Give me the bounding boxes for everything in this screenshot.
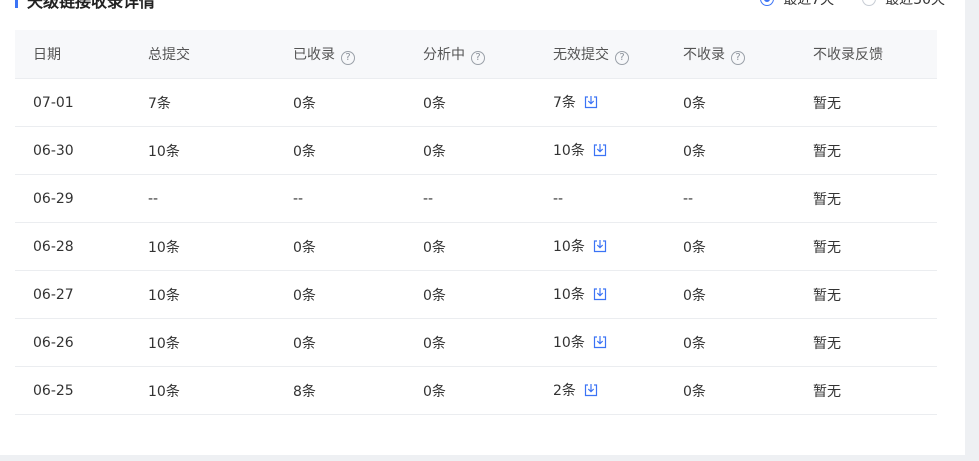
cell-date: 06-29	[15, 174, 148, 223]
cell-date: 06-26	[15, 318, 148, 367]
cell-invalid: 10条	[553, 270, 683, 319]
cell-not-indexed: 0条	[683, 366, 813, 415]
cell-feedback: 暂无	[813, 78, 937, 127]
table-row: 06-25 10条 8条 0条 2条 0条 暂无	[15, 366, 937, 415]
cell-invalid: 7条	[553, 78, 683, 127]
cell-indexed: 0条	[293, 78, 423, 127]
cell-not-indexed: --	[683, 174, 813, 223]
download-icon[interactable]	[593, 143, 607, 161]
cell-total: 10条	[148, 270, 293, 319]
cell-feedback: 暂无	[813, 318, 937, 367]
table-row: 06-28 10条 0条 0条 10条 0条 暂无	[15, 222, 937, 271]
section-title-text: 天级链接收录详情	[27, 0, 156, 11]
radio-7-days-icon[interactable]	[760, 0, 775, 6]
cell-analyzing: 0条	[423, 270, 553, 319]
question-circle-icon[interactable]: ?	[731, 50, 745, 65]
cell-total: 7条	[148, 78, 293, 127]
download-icon[interactable]	[593, 335, 607, 353]
range-7-days[interactable]: 最近7天	[760, 0, 834, 9]
cell-not-indexed: 0条	[683, 270, 813, 319]
download-icon[interactable]	[584, 383, 598, 401]
cell-date: 06-27	[15, 270, 148, 319]
cell-indexed: 8条	[293, 366, 423, 415]
cell-feedback: 暂无	[813, 222, 937, 271]
range-30-days[interactable]: 最近30天	[862, 0, 945, 9]
table-row: 06-29 -- -- -- -- -- 暂无	[15, 174, 937, 223]
cell-indexed: 0条	[293, 126, 423, 175]
cell-indexed: 0条	[293, 270, 423, 319]
table-row: 07-01 7条 0条 0条 7条 0条 暂无	[15, 78, 937, 127]
col-indexed: 已收录?	[293, 30, 423, 79]
cell-analyzing: 0条	[423, 222, 553, 271]
col-analyzing: 分析中?	[423, 30, 553, 79]
cell-invalid: 10条	[553, 318, 683, 367]
cell-indexed: 0条	[293, 318, 423, 367]
download-icon[interactable]	[584, 95, 598, 113]
cell-total: 10条	[148, 366, 293, 415]
index-detail-table: 日期 总提交 已收录? 分析中? 无效提交? 不收录? 不收录反馈 07-01 …	[15, 30, 937, 415]
cell-invalid: 10条	[553, 126, 683, 175]
cell-analyzing: 0条	[423, 126, 553, 175]
question-circle-icon[interactable]: ?	[341, 50, 355, 65]
cell-total: 10条	[148, 222, 293, 271]
question-circle-icon[interactable]: ?	[615, 50, 629, 65]
col-not-indexed: 不收录?	[683, 30, 813, 79]
download-icon[interactable]	[593, 239, 607, 257]
download-icon[interactable]	[593, 287, 607, 305]
range-30-days-label: 最近30天	[885, 0, 945, 8]
table-header-row: 日期 总提交 已收录? 分析中? 无效提交? 不收录? 不收录反馈	[15, 30, 937, 79]
cell-date: 07-01	[15, 78, 148, 127]
cell-feedback: 暂无	[813, 126, 937, 175]
table-row: 06-27 10条 0条 0条 10条 0条 暂无	[15, 270, 937, 319]
cell-analyzing: 0条	[423, 78, 553, 127]
cell-not-indexed: 0条	[683, 126, 813, 175]
table-row: 06-26 10条 0条 0条 10条 0条 暂无	[15, 318, 937, 367]
cell-analyzing: 0条	[423, 366, 553, 415]
col-invalid: 无效提交?	[553, 30, 683, 79]
section-title: 天级链接收录详情	[15, 0, 155, 12]
cell-analyzing: 0条	[423, 318, 553, 367]
radio-30-days-icon[interactable]	[862, 0, 877, 6]
cell-not-indexed: 0条	[683, 222, 813, 271]
cell-feedback: 暂无	[813, 270, 937, 319]
cell-date: 06-28	[15, 222, 148, 271]
question-circle-icon[interactable]: ?	[471, 50, 485, 65]
title-accent-bar	[15, 0, 18, 8]
cell-not-indexed: 0条	[683, 318, 813, 367]
cell-date: 06-30	[15, 126, 148, 175]
cell-invalid: --	[553, 174, 683, 223]
cell-total: --	[148, 174, 293, 223]
cell-analyzing: --	[423, 174, 553, 223]
date-range-selector: 最近7天 最近30天	[760, 0, 945, 9]
cell-date: 06-25	[15, 366, 148, 415]
cell-invalid: 2条	[553, 366, 683, 415]
col-feedback: 不收录反馈	[813, 30, 937, 79]
table-row: 06-30 10条 0条 0条 10条 0条 暂无	[15, 126, 937, 175]
col-total: 总提交	[148, 30, 293, 79]
cell-invalid: 10条	[553, 222, 683, 271]
cell-total: 10条	[148, 318, 293, 367]
cell-indexed: 0条	[293, 222, 423, 271]
cell-total: 10条	[148, 126, 293, 175]
cell-feedback: 暂无	[813, 174, 937, 223]
cell-feedback: 暂无	[813, 366, 937, 415]
index-detail-card: 天级链接收录详情 最近7天 最近30天 日期 总提交 已收录? 分析中? 无效提…	[0, 0, 965, 455]
range-7-days-label: 最近7天	[783, 0, 835, 8]
col-date: 日期	[15, 30, 148, 79]
cell-indexed: --	[293, 174, 423, 223]
cell-not-indexed: 0条	[683, 78, 813, 127]
